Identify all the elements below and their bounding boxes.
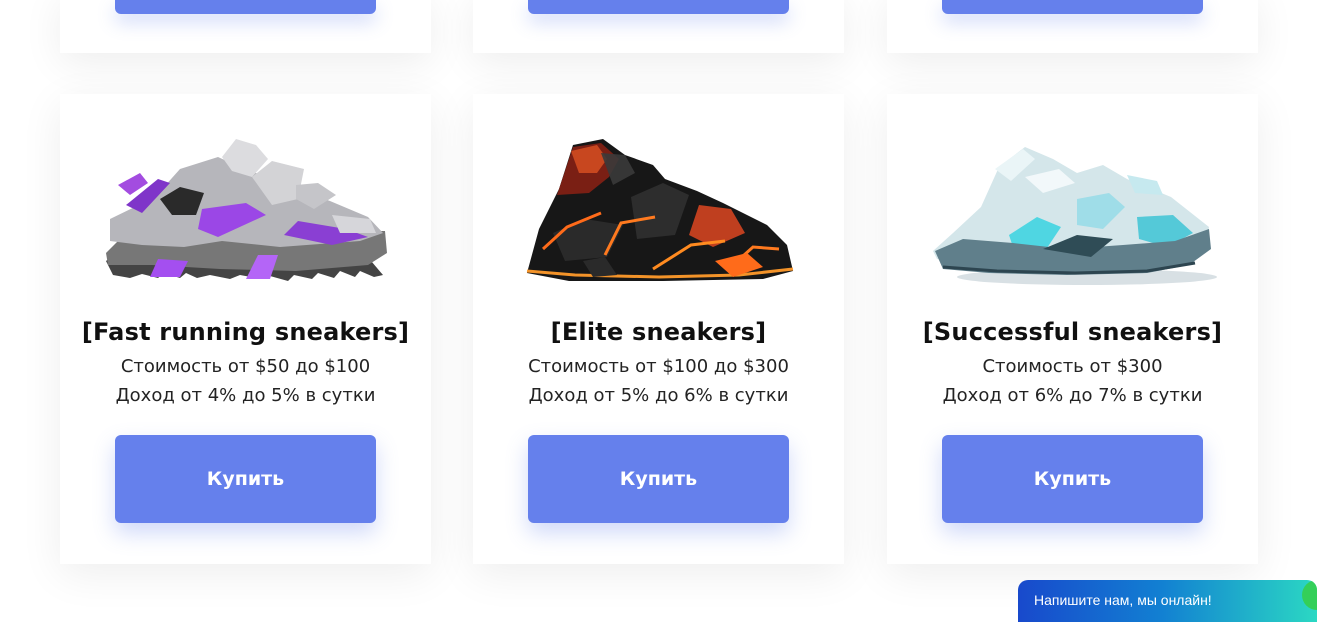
chat-widget[interactable]: Напишите нам, мы онлайн! bbox=[1018, 580, 1317, 622]
buy-button[interactable]: Купить bbox=[528, 435, 789, 523]
buy-button-partial[interactable] bbox=[115, 0, 376, 14]
product-card-top-partial bbox=[60, 0, 431, 53]
buy-button[interactable]: Купить bbox=[115, 435, 376, 523]
product-income: Доход от 6% до 7% в сутки bbox=[942, 385, 1203, 406]
product-card-top-partial bbox=[887, 0, 1258, 53]
product-cost: Стоимость от $300 bbox=[982, 356, 1163, 377]
sneaker-white-cyan-icon bbox=[927, 129, 1218, 289]
product-income: Доход от 5% до 6% в сутки bbox=[528, 385, 789, 406]
product-title: [Elite sneakers] bbox=[550, 318, 767, 346]
buy-button[interactable]: Купить bbox=[942, 435, 1203, 523]
chat-widget-label: Напишите нам, мы онлайн! bbox=[1034, 592, 1212, 608]
product-income: Доход от 4% до 5% в сутки bbox=[115, 385, 376, 406]
product-card-fast-running: [Fast running sneakers] Стоимость от $50… bbox=[60, 94, 431, 564]
buy-button-partial[interactable] bbox=[942, 0, 1203, 14]
sneaker-black-orange-icon bbox=[513, 129, 804, 289]
buy-button-partial[interactable] bbox=[528, 0, 789, 14]
product-title: [Successful sneakers] bbox=[922, 318, 1223, 346]
sneaker-purple-gray-icon bbox=[100, 129, 391, 289]
product-card-elite: [Elite sneakers] Стоимость от $100 до $3… bbox=[473, 94, 844, 564]
product-title: [Fast running sneakers] bbox=[81, 318, 410, 346]
product-cost: Стоимость от $50 до $100 bbox=[120, 356, 371, 377]
product-cost: Стоимость от $100 до $300 bbox=[528, 356, 789, 377]
product-card-successful: [Successful sneakers] Стоимость от $300 … bbox=[887, 94, 1258, 564]
product-card-top-partial bbox=[473, 0, 844, 53]
online-status-indicator bbox=[1302, 580, 1317, 610]
